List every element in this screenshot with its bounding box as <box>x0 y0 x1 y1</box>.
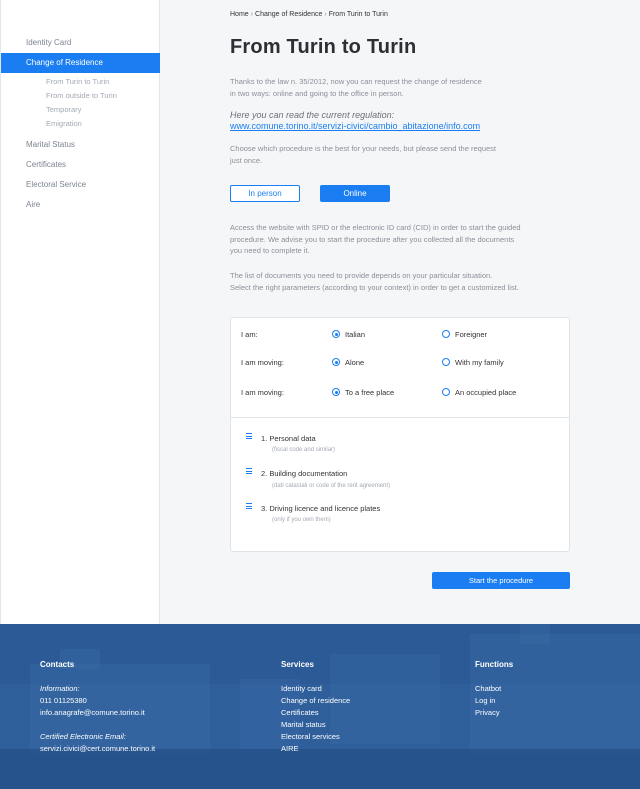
breadcrumb: Home › Change of Residence › From Turin to T… <box>230 11 388 18</box>
radio-free-place[interactable] <box>332 388 340 396</box>
sidebar-item-change-of-residence[interactable]: Change of Residence <box>1 53 160 73</box>
document-list-icon <box>246 468 252 475</box>
footer-service-link[interactable]: Change of residence <box>281 696 350 705</box>
start-procedure-button[interactable]: Start the procedure <box>432 572 570 589</box>
footer-phone[interactable]: 011 01125380 <box>40 696 87 705</box>
footer-service-link[interactable]: AIRE <box>281 744 299 753</box>
radio-italian[interactable] <box>332 330 340 338</box>
choose-line: just once. <box>230 155 263 165</box>
sidebar: Identity Card Change of Residence From T… <box>0 0 160 624</box>
sidebar-subitem-emigration[interactable]: Emigration <box>46 117 82 131</box>
choose-line: Choose which procedure is the best for y… <box>230 144 496 153</box>
footer-service-link[interactable]: Marital status <box>281 720 326 729</box>
radio-with-family[interactable] <box>442 358 450 366</box>
radio-occupied-place[interactable] <box>442 388 450 396</box>
intro-line: in two ways: online and going to the off… <box>230 88 404 98</box>
intro-text: Thanks to the law n. 35/2012, now you ca… <box>230 76 482 99</box>
sidebar-subitem-temporary[interactable]: Temporary <box>46 103 81 117</box>
sidebar-item-marital-status[interactable]: Marital Status <box>1 135 160 155</box>
footer-pec-email[interactable]: servizi.civici@cert.comune.torino.it <box>40 744 155 753</box>
footer-pec-label: Certified Electronic Email: <box>40 732 126 741</box>
option-label-nationality: I am: <box>241 330 258 339</box>
radio-label-occupied-place[interactable]: An occupied place <box>455 388 516 397</box>
regulation-note: Here you can read the current regulation… <box>230 110 395 120</box>
footer-chatbot-link[interactable]: Chatbot <box>475 684 501 693</box>
footer-service-link[interactable]: Certificates <box>281 708 319 717</box>
regulation-link[interactable]: www.comune.torino.it/servizi-civici/camb… <box>230 121 480 131</box>
access-text: Access the website with SPID or the elec… <box>230 222 521 257</box>
online-button[interactable]: Online <box>320 185 390 202</box>
breadcrumb-home[interactable]: Home <box>230 11 249 18</box>
list-text: The list of documents you need to provid… <box>230 270 519 293</box>
card-divider <box>231 417 569 418</box>
footer-services-heading: Services <box>281 660 314 669</box>
document-note: (only if you own them) <box>272 517 331 523</box>
document-note: (dati catastali or code of the rent agre… <box>272 483 391 489</box>
breadcrumb-section[interactable]: Change of Residence <box>255 11 322 18</box>
document-list-icon <box>246 503 252 510</box>
breadcrumb-separator: › <box>324 11 327 18</box>
footer: Contacts Information: 011 01125380 info.… <box>0 624 640 789</box>
radio-alone[interactable] <box>332 358 340 366</box>
radio-foreigner[interactable] <box>442 330 450 338</box>
choose-text: Choose which procedure is the best for y… <box>230 143 496 166</box>
footer-privacy-link[interactable]: Privacy <box>475 708 500 717</box>
document-list-icon <box>246 433 252 440</box>
document-note: (fiscal code and similar) <box>272 447 336 453</box>
option-label-moving-with: I am moving: <box>241 358 284 367</box>
footer-service-link[interactable]: Electoral services <box>281 732 340 741</box>
option-label-moving-to: I am moving: <box>241 388 284 397</box>
sidebar-subitem-outside-to-turin[interactable]: From outside to Turin <box>46 89 117 103</box>
list-line: The list of documents you need to provid… <box>230 271 493 280</box>
city-background-image <box>0 624 640 789</box>
sidebar-subitem-turin-to-turin[interactable]: From Turin to Turin <box>46 75 109 89</box>
radio-label-free-place[interactable]: To a free place <box>345 388 394 397</box>
footer-login-link[interactable]: Log in <box>475 696 495 705</box>
footer-functions-heading: Functions <box>475 660 514 669</box>
list-line: Select the right parameters (according t… <box>230 282 519 292</box>
document-title: 1. Personal data <box>261 434 316 443</box>
sidebar-item-certificates[interactable]: Certificates <box>1 155 160 175</box>
radio-label-with-family[interactable]: With my family <box>455 358 504 367</box>
access-line: Access the website with SPID or the elec… <box>230 223 521 232</box>
footer-service-link[interactable]: Identity card <box>281 684 322 693</box>
footer-info-label: Information: <box>40 684 80 693</box>
page-title: From Turin to Turin <box>230 36 417 58</box>
document-title: 2. Building documentation <box>261 469 348 478</box>
sidebar-item-electoral-service[interactable]: Electoral Service <box>1 175 160 195</box>
breadcrumb-separator: › <box>250 11 254 18</box>
document-title: 3. Driving licence and licence plates <box>261 504 381 513</box>
in-person-button[interactable]: In person <box>230 185 300 202</box>
radio-label-italian[interactable]: Italian <box>345 330 365 339</box>
radio-label-alone[interactable]: Alone <box>345 358 364 367</box>
sidebar-item-aire[interactable]: Aire <box>1 195 160 215</box>
access-line: procedure. We advise you to start the pr… <box>230 234 515 244</box>
radio-label-foreigner[interactable]: Foreigner <box>455 330 487 339</box>
intro-line: Thanks to the law n. 35/2012, now you ca… <box>230 77 482 86</box>
access-line: you need to complete it. <box>230 246 310 255</box>
options-card: I am: Italian Foreigner I am moving: Alo… <box>230 317 570 552</box>
breadcrumb-current: From Turin to Turin <box>328 11 388 18</box>
footer-contacts-heading: Contacts <box>40 660 75 669</box>
footer-email[interactable]: info.anagrafe@comune.torino.it <box>40 708 145 717</box>
sidebar-item-identity-card[interactable]: Identity Card <box>1 33 160 53</box>
